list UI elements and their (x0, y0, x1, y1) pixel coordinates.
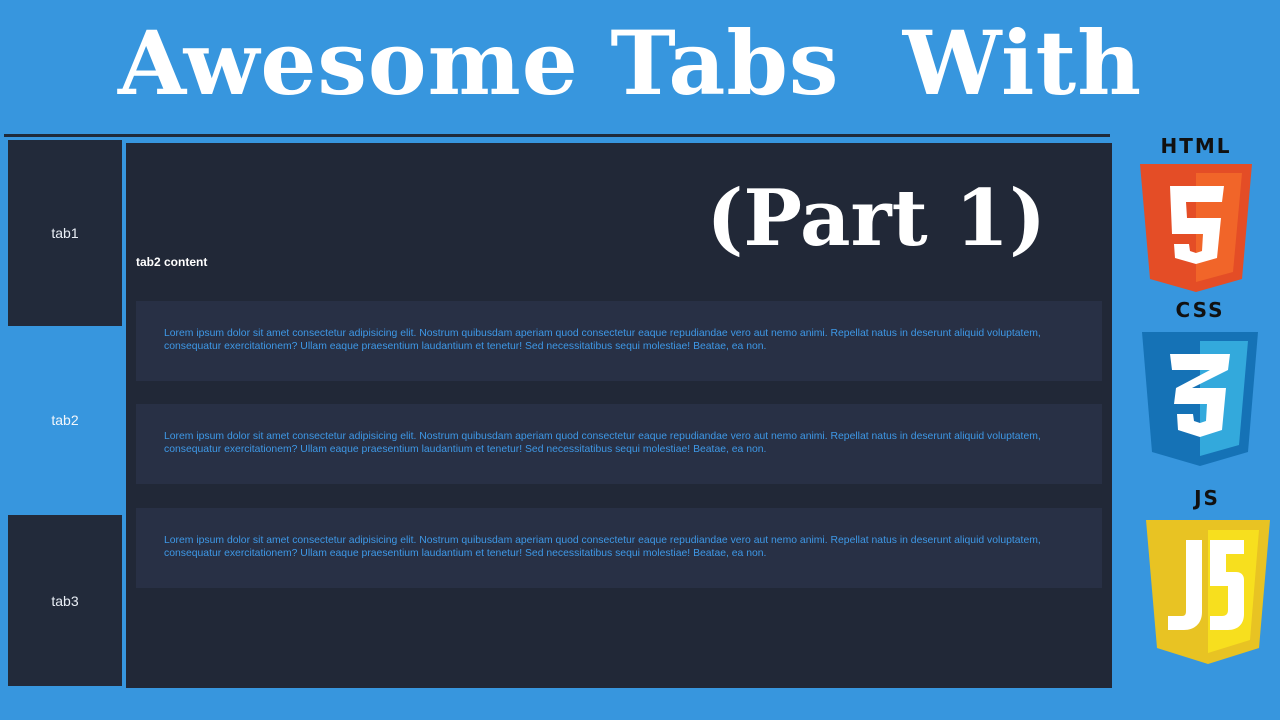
content-paragraph-1: Lorem ipsum dolor sit amet consectetur a… (164, 328, 1041, 352)
javascript-logo: JS (1142, 486, 1272, 666)
js-label: JS (1194, 486, 1220, 510)
html-label: HTML (1160, 134, 1232, 158)
content-card-3: Lorem ipsum dolor sit amet consectetur a… (136, 508, 1102, 588)
css-label: CSS (1175, 298, 1225, 322)
content-card-1: Lorem ipsum dolor sit amet consectetur a… (136, 301, 1102, 381)
thumbnail-headline: Awesome Tabs With (117, 11, 1143, 115)
tab-2[interactable]: tab2 (8, 327, 122, 513)
tab-2-label: tab2 (51, 412, 79, 428)
tab-1-label: tab1 (51, 225, 79, 241)
content-title: tab2 content (136, 255, 208, 269)
thumbnail-subtitle: (Part 1) (706, 173, 1046, 264)
content-paragraph-3: Lorem ipsum dolor sit amet consectetur a… (164, 535, 1041, 559)
css3-logo: CSS (1138, 298, 1262, 468)
javascript-icon (1146, 520, 1270, 664)
content-paragraph-2: Lorem ipsum dolor sit amet consectetur a… (164, 431, 1041, 455)
css3-icon (1142, 332, 1258, 466)
content-card-2: Lorem ipsum dolor sit amet consectetur a… (136, 404, 1102, 484)
tab-1[interactable]: tab1 (8, 140, 122, 326)
tab-3[interactable]: tab3 (8, 515, 122, 686)
html5-logo: HTML (1136, 134, 1256, 296)
tab-content-panel: (Part 1) tab2 content Lorem ipsum dolor … (122, 143, 1112, 688)
tab-list: tab1 tab2 tab3 (8, 140, 122, 686)
tabs-demo-app: tab1 tab2 tab3 (Part 1) tab2 content Lor… (4, 134, 1112, 689)
tab-3-label: tab3 (51, 592, 79, 609)
html5-icon (1140, 164, 1252, 292)
